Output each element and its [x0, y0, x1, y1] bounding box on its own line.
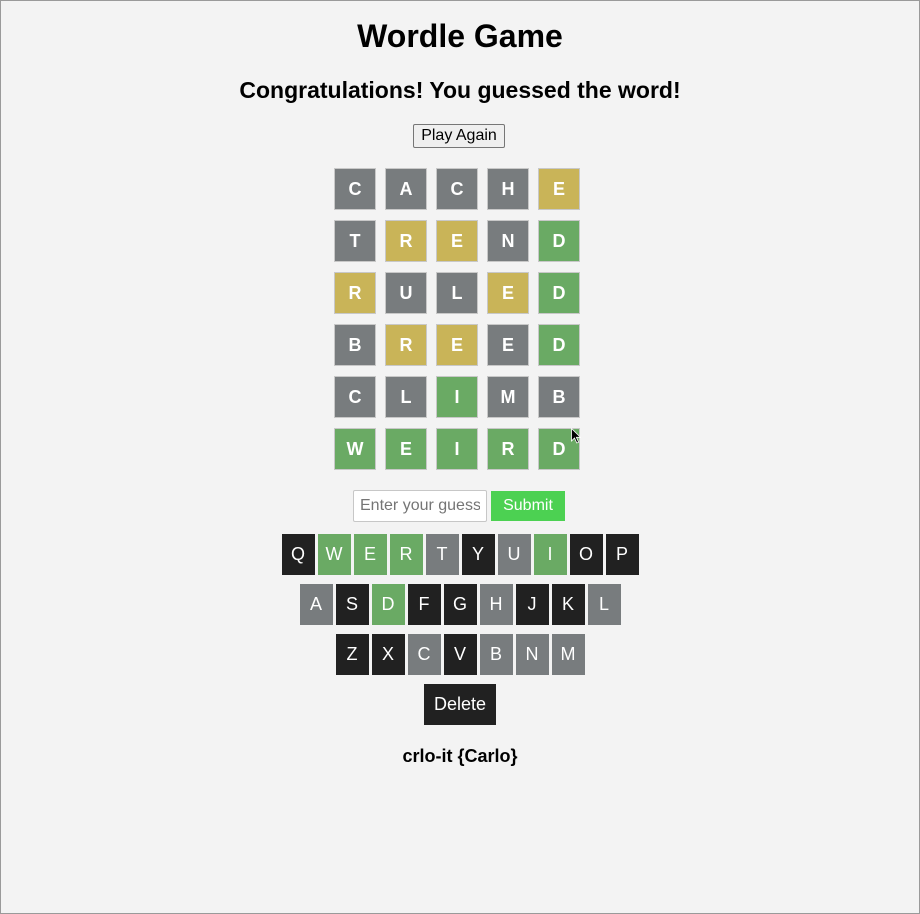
page-title: Wordle Game — [357, 18, 563, 54]
key-n[interactable]: N — [515, 634, 549, 675]
board-tile: B — [538, 376, 580, 418]
guess-input[interactable] — [353, 490, 487, 522]
board-tile: T — [334, 220, 376, 262]
footer-credit: crlo-it {Carlo} — [402, 746, 518, 766]
key-q[interactable]: Q — [281, 534, 315, 575]
key-p[interactable]: P — [605, 534, 639, 575]
key-h[interactable]: H — [479, 584, 513, 625]
board-tile: L — [436, 272, 478, 314]
board-tile: N — [487, 220, 529, 262]
board-tile: A — [385, 168, 427, 210]
key-x[interactable]: X — [371, 634, 405, 675]
key-u[interactable]: U — [497, 534, 531, 575]
board-tile: E — [487, 324, 529, 366]
board-tile: U — [385, 272, 427, 314]
key-y[interactable]: Y — [461, 534, 495, 575]
board-tile: D — [538, 272, 580, 314]
key-s[interactable]: S — [335, 584, 369, 625]
board-tile: R — [385, 220, 427, 262]
board-tile: D — [538, 220, 580, 262]
board-tile: L — [385, 376, 427, 418]
key-a[interactable]: A — [299, 584, 333, 625]
board-tile: E — [385, 428, 427, 470]
board-tile: C — [334, 376, 376, 418]
board-tile: R — [385, 324, 427, 366]
key-t[interactable]: T — [425, 534, 459, 575]
key-m[interactable]: M — [551, 634, 585, 675]
key-o[interactable]: O — [569, 534, 603, 575]
board-tile: E — [436, 220, 478, 262]
board-tile: E — [436, 324, 478, 366]
key-k[interactable]: K — [551, 584, 585, 625]
key-d[interactable]: D — [371, 584, 405, 625]
board-tile: B — [334, 324, 376, 366]
keyboard-row-1: QWERTYUIOP — [1, 534, 919, 575]
delete-key[interactable]: Delete — [424, 684, 496, 725]
keyboard-row-3: ZXCVBNM — [1, 634, 919, 675]
key-g[interactable]: G — [443, 584, 477, 625]
key-z[interactable]: Z — [335, 634, 369, 675]
board-tile: C — [334, 168, 376, 210]
key-r[interactable]: R — [389, 534, 423, 575]
keyboard-row-4: Delete — [1, 684, 919, 725]
key-f[interactable]: F — [407, 584, 441, 625]
board-tile: E — [487, 272, 529, 314]
board-tile: H — [487, 168, 529, 210]
key-b[interactable]: B — [479, 634, 513, 675]
key-c[interactable]: C — [407, 634, 441, 675]
win-message: Congratulations! You guessed the word! — [239, 77, 681, 103]
board-tile: E — [538, 168, 580, 210]
key-w[interactable]: W — [317, 534, 351, 575]
mouse-pointer-icon — [571, 428, 581, 444]
play-again-button[interactable]: Play Again — [413, 124, 505, 148]
keyboard-row-2: ASDFGHJKL — [1, 584, 919, 625]
submit-button[interactable]: Submit — [491, 491, 565, 521]
board-tile: I — [436, 376, 478, 418]
board-tile: M — [487, 376, 529, 418]
game-board: CACHETRENDRULEDBREEDCLIMBWEIRD — [334, 168, 580, 470]
board-tile: W — [334, 428, 376, 470]
board-tile: R — [487, 428, 529, 470]
key-e[interactable]: E — [353, 534, 387, 575]
key-v[interactable]: V — [443, 634, 477, 675]
board-tile: I — [436, 428, 478, 470]
key-l[interactable]: L — [587, 584, 621, 625]
board-tile: C — [436, 168, 478, 210]
board-tile: D — [538, 324, 580, 366]
key-j[interactable]: J — [515, 584, 549, 625]
board-tile: R — [334, 272, 376, 314]
key-i[interactable]: I — [533, 534, 567, 575]
